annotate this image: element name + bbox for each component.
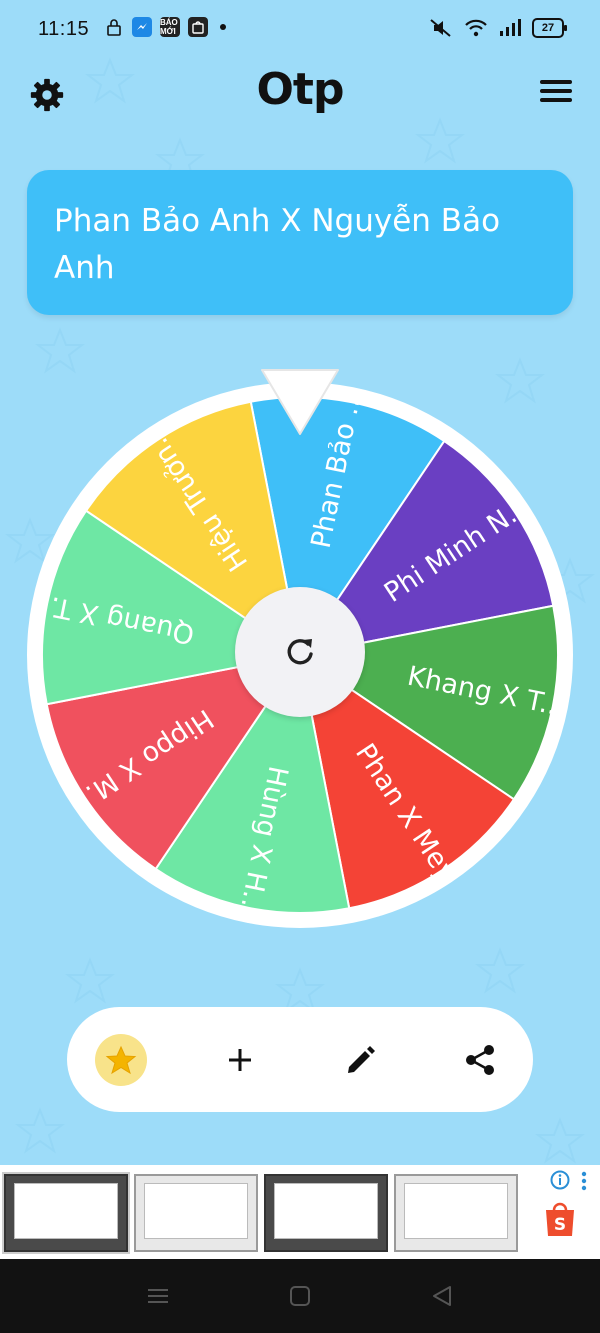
ad-thumbnail[interactable] (134, 1174, 258, 1252)
shopee-letter: S (554, 1215, 566, 1235)
ad-thumbnail[interactable] (394, 1174, 518, 1252)
info-icon[interactable] (550, 1170, 570, 1190)
battery-indicator: 27 (532, 18, 567, 38)
baomoi-icon: BÁO MỚI (160, 17, 180, 37)
messenger-icon (132, 17, 152, 37)
bottom-toolbar (67, 1007, 533, 1112)
ad-thumbnail[interactable] (264, 1174, 388, 1252)
notification-icons: BÁO MỚI (104, 17, 226, 37)
share-button[interactable] (454, 1034, 506, 1086)
app-title: Otp (256, 64, 345, 115)
shopee-bag-icon[interactable]: S (543, 1200, 577, 1238)
share-icon (466, 1045, 494, 1075)
refresh-icon (287, 639, 313, 665)
back-icon[interactable] (430, 1285, 454, 1307)
ad-thumbnail[interactable] (4, 1174, 128, 1252)
signal-icon (500, 19, 521, 36)
edit-button[interactable] (334, 1034, 386, 1086)
shopee-icon (188, 17, 208, 37)
plus-icon (229, 1049, 251, 1071)
recent-apps-icon[interactable] (146, 1285, 170, 1307)
home-icon[interactable] (288, 1285, 312, 1307)
status-bar: 11:15 BÁO MỚI 27 (0, 0, 600, 60)
more-notifications-dot (220, 24, 226, 30)
app-header: Otp (0, 60, 600, 132)
pencil-icon (348, 1046, 375, 1073)
favorite-button[interactable] (95, 1034, 147, 1086)
ad-banner[interactable] (0, 1165, 600, 1259)
result-text: Phan Bảo Anh X Nguyễn Bảo Anh (54, 203, 501, 286)
hamburger-menu-icon[interactable] (540, 80, 572, 104)
system-nav-bar (0, 1259, 600, 1333)
add-button[interactable] (214, 1034, 266, 1086)
pointer-triangle-icon (261, 369, 339, 435)
result-card: Phan Bảo Anh X Nguyễn Bảo Anh (27, 170, 573, 315)
star-icon (105, 1045, 137, 1075)
more-options-icon[interactable] (580, 1170, 588, 1192)
spin-button[interactable] (235, 587, 365, 717)
status-time: 11:15 (38, 18, 90, 40)
lock-icon (107, 19, 121, 36)
mute-icon (430, 19, 451, 37)
wifi-icon (465, 19, 487, 37)
system-icons: 27 (428, 18, 567, 38)
